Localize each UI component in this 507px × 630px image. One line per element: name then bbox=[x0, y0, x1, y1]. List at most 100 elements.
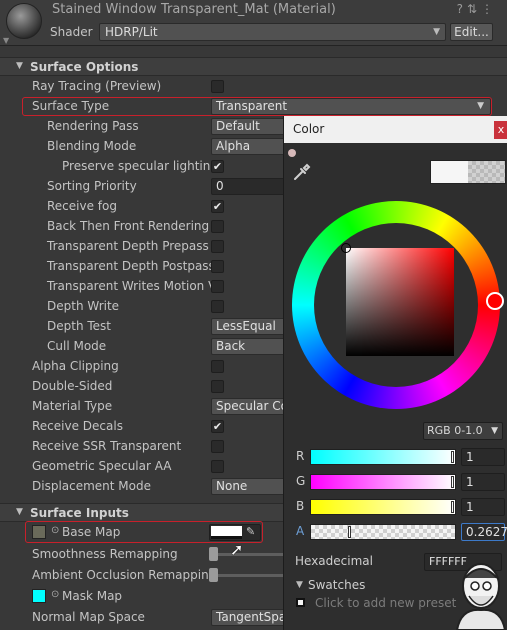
preset-icon[interactable]: ⇅ bbox=[467, 2, 481, 16]
section-surface-options[interactable]: ▼ Surface Options bbox=[0, 57, 507, 76]
channel-slider[interactable] bbox=[310, 499, 456, 515]
slider-handle[interactable] bbox=[451, 451, 454, 463]
color-picker-window[interactable]: Color x RGB 0-1.0 ▼ R 1 G 1 B 1 A 0.2627 Hexade… bbox=[283, 116, 507, 630]
chevron-down-icon: ▼ bbox=[491, 426, 498, 436]
property-label: Transparent Writes Motion Ve bbox=[47, 279, 223, 293]
base-map-color-field[interactable]: ✎ bbox=[209, 524, 261, 541]
checkbox[interactable] bbox=[211, 280, 224, 293]
property-label: Smoothness Remapping bbox=[32, 547, 178, 561]
close-icon[interactable]: x bbox=[494, 121, 507, 139]
color-picker-title: Color bbox=[293, 122, 325, 136]
property-label: Ray Tracing (Preview) bbox=[32, 79, 162, 93]
hue-handle[interactable] bbox=[486, 292, 504, 310]
property-row-ray-tracing-preview: Ray Tracing (Preview) bbox=[0, 77, 507, 97]
checkbox[interactable] bbox=[211, 380, 224, 393]
material-preview-thumbnail bbox=[6, 3, 42, 39]
property-label: Sorting Priority bbox=[47, 179, 137, 193]
checkbox[interactable] bbox=[211, 80, 224, 93]
alpha-bar bbox=[211, 536, 242, 539]
checkbox[interactable] bbox=[211, 360, 224, 373]
channel-label: B bbox=[296, 499, 305, 513]
property-label: Surface Type bbox=[32, 99, 110, 113]
dropdown-value: Default bbox=[216, 119, 260, 133]
add-preset-icon[interactable] bbox=[296, 598, 305, 607]
channel-row-g: G1 bbox=[284, 473, 507, 491]
channel-value-input[interactable]: 1 bbox=[461, 448, 505, 466]
checkbox[interactable]: ✔ bbox=[211, 160, 224, 173]
channel-slider[interactable] bbox=[310, 474, 456, 490]
saturation-value-square[interactable] bbox=[346, 248, 454, 356]
slider-handle[interactable] bbox=[209, 568, 218, 582]
property-label: Receive SSR Transparent bbox=[32, 439, 182, 453]
property-label: Depth Test bbox=[47, 319, 111, 333]
channel-slider[interactable] bbox=[310, 524, 456, 540]
slider-handle[interactable] bbox=[451, 501, 454, 513]
checkbox[interactable] bbox=[211, 460, 224, 473]
property-label: Depth Write bbox=[47, 299, 120, 313]
checkbox[interactable] bbox=[211, 240, 224, 253]
slider-handle[interactable] bbox=[209, 547, 218, 561]
channel-row-r: R1 bbox=[284, 448, 507, 466]
edit-shader-button[interactable]: Edit... bbox=[450, 23, 493, 41]
hex-label: Hexadecimal bbox=[295, 554, 373, 568]
original-color-dot bbox=[288, 149, 296, 157]
foldout-arrow-icon: ▼ bbox=[16, 61, 23, 71]
section-title: Surface Inputs bbox=[30, 506, 129, 520]
property-label: Double-Sided bbox=[32, 379, 113, 393]
help-icon[interactable]: ? bbox=[457, 2, 467, 16]
property-label: Transparent Depth Postpass bbox=[47, 259, 215, 273]
base-map-label: Base Map bbox=[62, 525, 121, 539]
texture-slot-icon[interactable] bbox=[32, 589, 46, 603]
shader-value: HDRP/Lit bbox=[105, 25, 158, 39]
texture-picker-icon[interactable]: ⊙ bbox=[51, 525, 59, 536]
property-label: Normal Map Space bbox=[32, 610, 145, 624]
channel-slider[interactable] bbox=[310, 449, 456, 465]
property-label: Blending Mode bbox=[47, 139, 137, 153]
dropdown-value: Back bbox=[216, 339, 246, 353]
property-row-surface-type: Surface Type Transparent ▼ bbox=[0, 97, 507, 117]
property-label: Alpha Clipping bbox=[32, 359, 119, 373]
channel-logo-icon bbox=[455, 563, 507, 630]
material-header: Stained Window Transparent_Mat (Material… bbox=[0, 0, 507, 46]
checkbox[interactable]: ✔ bbox=[211, 420, 224, 433]
sv-handle[interactable] bbox=[341, 243, 351, 253]
checkbox[interactable]: ✔ bbox=[211, 200, 224, 213]
channel-value-input[interactable]: 0.2627 bbox=[461, 523, 507, 541]
checkbox[interactable] bbox=[211, 260, 224, 273]
slider-handle[interactable] bbox=[451, 476, 454, 488]
collapse-arrow-icon[interactable]: ▼ bbox=[3, 36, 9, 45]
color-mode-dropdown[interactable]: RGB 0-1.0 ▼ bbox=[423, 422, 503, 440]
texture-picker-icon[interactable]: ⊙ bbox=[51, 589, 59, 600]
eyedropper-icon[interactable] bbox=[292, 162, 312, 182]
property-label: Material Type bbox=[32, 399, 113, 413]
property-label: Receive fog bbox=[47, 199, 117, 213]
checkbox[interactable] bbox=[211, 300, 224, 313]
texture-slot-icon[interactable] bbox=[32, 525, 46, 539]
add-preset-link[interactable]: Click to add new preset bbox=[315, 596, 456, 610]
header-icons[interactable]: ?⇅⋮ bbox=[457, 2, 497, 16]
color-picker-titlebar[interactable]: Color x bbox=[284, 116, 507, 143]
eyedropper-icon[interactable]: ✎ bbox=[246, 525, 255, 538]
swatches-label: Swatches bbox=[308, 578, 366, 592]
property-label: Preserve specular lighting bbox=[62, 159, 218, 173]
property-label: Rendering Pass bbox=[47, 119, 139, 133]
dropdown[interactable]: Transparent ▼ bbox=[211, 98, 491, 115]
property-label: Displacement Mode bbox=[32, 479, 152, 493]
chevron-down-icon: ▼ bbox=[433, 27, 440, 37]
section-title: Surface Options bbox=[30, 60, 139, 74]
foldout-arrow-icon[interactable]: ▼ bbox=[296, 580, 303, 590]
channel-row-a: A 0.2627 bbox=[284, 523, 507, 541]
checkbox[interactable] bbox=[211, 220, 224, 233]
property-label: Ambient Occlusion Remapping bbox=[32, 568, 217, 582]
slider-handle[interactable] bbox=[347, 526, 351, 538]
channel-value-input[interactable]: 1 bbox=[461, 473, 505, 491]
shader-dropdown[interactable]: HDRP/Lit ▼ bbox=[99, 23, 446, 41]
more-icon[interactable]: ⋮ bbox=[481, 2, 497, 16]
channel-row-b: B1 bbox=[284, 498, 507, 516]
base-color-swatch bbox=[211, 526, 242, 536]
property-label: Receive Decals bbox=[32, 419, 123, 433]
checkbox[interactable] bbox=[211, 440, 224, 453]
property-label: Back Then Front Rendering bbox=[47, 219, 210, 233]
dropdown-value: LessEqual bbox=[216, 319, 276, 333]
channel-value-input[interactable]: 1 bbox=[461, 498, 505, 516]
